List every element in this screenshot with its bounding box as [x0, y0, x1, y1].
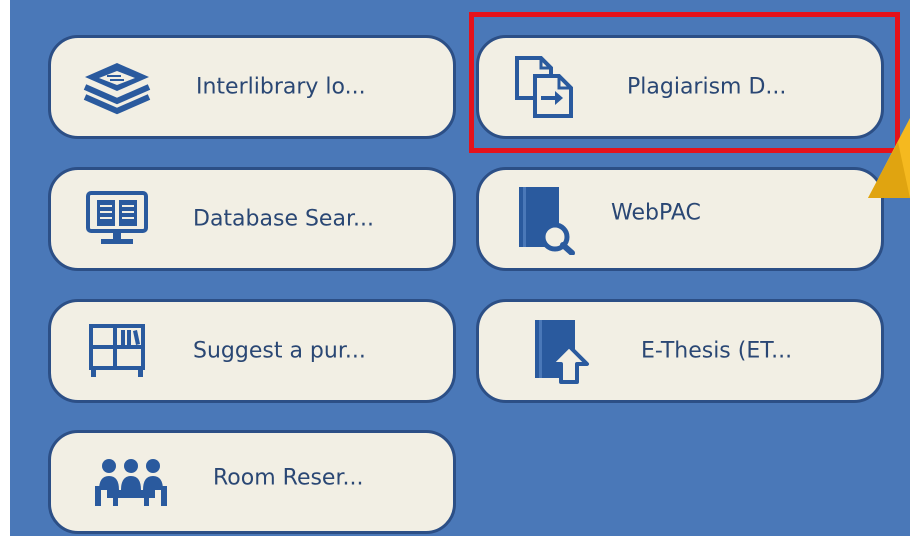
book-search-icon	[519, 187, 575, 255]
tile-label: E-Thesis (ET...	[641, 338, 793, 364]
tile-database-search[interactable]: Database Sear...	[48, 167, 456, 271]
tile-label: Database Sear...	[193, 206, 374, 232]
monitor-book-icon	[86, 191, 148, 244]
stacked-layers-icon	[83, 63, 151, 115]
tile-label: Plagiarism D...	[627, 74, 787, 100]
tile-room-reservation[interactable]: Room Reser...	[48, 430, 456, 534]
document-compare-icon	[515, 56, 573, 118]
tile-label: Room Reser...	[213, 465, 364, 491]
tile-label: WebPAC	[611, 200, 701, 226]
book-upload-icon	[535, 320, 589, 384]
tile-webpac[interactable]: WebPAC	[476, 167, 884, 271]
tile-suggest-purchase[interactable]: Suggest a pur...	[48, 299, 456, 403]
tile-plagiarism-detection[interactable]: Plagiarism D...	[476, 35, 884, 139]
tile-interlibrary-loan[interactable]: Interlibrary lo...	[48, 35, 456, 139]
tile-label: Suggest a pur...	[193, 338, 366, 364]
meeting-room-icon	[95, 459, 167, 506]
pointer-arrow-icon	[868, 118, 910, 198]
tile-e-thesis[interactable]: E-Thesis (ET...	[476, 299, 884, 403]
tile-label: Interlibrary lo...	[196, 74, 366, 100]
bookshelf-icon	[89, 324, 145, 377]
